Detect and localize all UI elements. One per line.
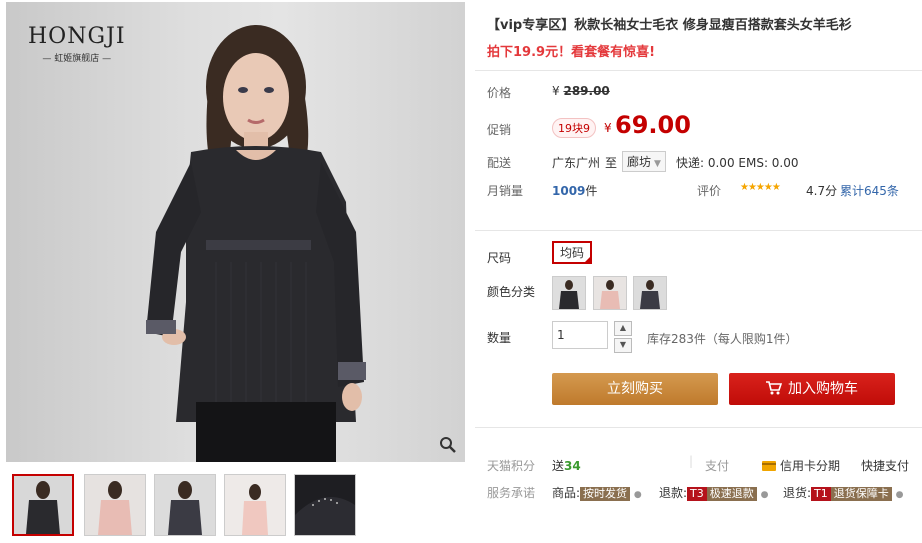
color-label: 颜色分类 <box>487 285 536 299</box>
fast-refund-badge[interactable]: 极速退款 <box>706 487 757 501</box>
points-value: 送34 <box>552 457 581 474</box>
currency-symbol: ¥ <box>552 84 560 98</box>
chevron-down-icon: ● <box>633 490 642 500</box>
purchase-limit: （每人限购1件） <box>705 332 798 346</box>
rating-stars: ★★★★★ <box>740 182 781 193</box>
destination-select[interactable]: 廊坊 ▼ <box>622 151 666 172</box>
shipping-fees: 快递: 0.00 EMS: 0.00 <box>676 156 799 170</box>
chevron-down-icon: ● <box>895 490 904 500</box>
size-option-selected[interactable]: 均码 <box>552 241 593 264</box>
price-label: 价格 <box>487 86 512 100</box>
thumbnail-3[interactable] <box>154 474 216 536</box>
shipping-from: 广东广州 <box>552 156 601 170</box>
selected-check-icon <box>583 255 593 264</box>
quantity-label: 数量 <box>487 331 512 345</box>
add-to-cart-label: 加入购物车 <box>788 381 858 397</box>
sales-count: 1009件 <box>552 182 597 199</box>
service-refund-prefix: 退款: <box>659 486 688 500</box>
stock-count: 库存283件 <box>647 332 706 346</box>
original-price: ¥ 289.00 <box>552 84 610 98</box>
cart-icon <box>766 381 783 395</box>
service-goods: 商品: 按时发货 ● <box>552 484 642 501</box>
color-swatch-gray[interactable] <box>633 276 667 310</box>
service-refund: 退款: T3 极速退款 ● <box>659 484 768 501</box>
main-product-image[interactable]: HONGJI — 虹姬旗舰店 — <box>6 2 465 462</box>
divider <box>475 427 922 428</box>
rating-total-link[interactable]: 累计645条 <box>840 182 899 199</box>
on-time-delivery-badge[interactable]: 按时发货 <box>580 487 631 501</box>
promo-price: 69.00 <box>615 111 691 139</box>
destination-value: 廊坊 <box>627 155 652 169</box>
thumbnail-2[interactable] <box>84 474 146 536</box>
quantity-input[interactable]: 1 <box>552 321 608 349</box>
service-label: 服务承诺 <box>487 486 536 500</box>
size-option-label: 均码 <box>560 246 585 260</box>
original-price-value: 289.00 <box>563 84 610 98</box>
divider <box>475 70 922 71</box>
product-subtitle: 拍下19.9元！看套餐有惊喜! <box>487 45 656 60</box>
product-title: 【vip专享区】秋款长袖女士毛衣 修身显瘦百搭款套头女羊毛衫 <box>487 18 852 33</box>
points-number: 34 <box>564 459 581 473</box>
payment-label: 支付 <box>705 459 730 473</box>
service-goods-prefix: 商品: <box>552 486 581 500</box>
buy-now-button[interactable]: 立刻购买 <box>552 373 718 405</box>
rating-score: 4.7分 <box>806 184 838 198</box>
chevron-down-icon: ● <box>760 490 769 500</box>
promo-tag: 19块9 <box>552 118 596 138</box>
thumbnail-1[interactable] <box>12 474 74 536</box>
stock-info: 库存283件（每人限购1件） <box>647 330 798 347</box>
credit-installment-label: 信用卡分期 <box>780 459 841 473</box>
rating-label: 评价 <box>697 184 722 198</box>
add-to-cart-button[interactable]: 加入购物车 <box>729 373 895 405</box>
color-swatch-black[interactable] <box>552 276 586 310</box>
sales-label: 月销量 <box>487 184 524 198</box>
store-name: — 虹姬旗舰店 — <box>42 54 112 64</box>
zoom-icon[interactable] <box>439 436 457 454</box>
chevron-down-icon: ▼ <box>654 159 661 169</box>
color-swatch-pink[interactable] <box>593 276 627 310</box>
product-gallery: HONGJI — 虹姬旗舰店 — <box>6 2 466 543</box>
credit-card-icon <box>762 461 776 471</box>
model-photo <box>146 25 366 462</box>
thumbnail-5[interactable] <box>294 474 356 536</box>
points-prefix: 送 <box>552 459 565 473</box>
refund-code-badge: T3 <box>687 487 707 501</box>
sales-count-value: 1009 <box>552 184 586 198</box>
shipping-label: 配送 <box>487 156 512 170</box>
service-return-prefix: 退货: <box>783 486 812 500</box>
sales-unit: 件 <box>585 184 598 198</box>
shipping-to-word: 至 <box>605 156 618 170</box>
return-guarantee-badge[interactable]: 退货保障卡 <box>830 487 892 501</box>
brand-name: HONGJI <box>28 24 126 49</box>
quick-pay-link[interactable]: 快捷支付 <box>861 457 909 474</box>
separator: | <box>689 454 694 468</box>
promo-currency: ¥ <box>604 121 612 135</box>
size-label: 尺码 <box>487 251 512 265</box>
credit-installment-link[interactable]: 信用卡分期 <box>762 457 840 474</box>
return-code-badge: T1 <box>811 487 831 501</box>
promo-label: 促销 <box>487 123 512 137</box>
divider <box>475 230 922 231</box>
quantity-increase-button[interactable]: ▲ <box>614 321 632 336</box>
service-return: 退货: T1 退货保障卡 ● <box>783 484 903 501</box>
brand-logo: HONGJI — 虹姬旗舰店 — <box>28 24 126 64</box>
thumbnail-4[interactable] <box>224 474 286 536</box>
quantity-decrease-button[interactable]: ▼ <box>614 338 632 353</box>
points-label: 天猫积分 <box>487 459 536 473</box>
